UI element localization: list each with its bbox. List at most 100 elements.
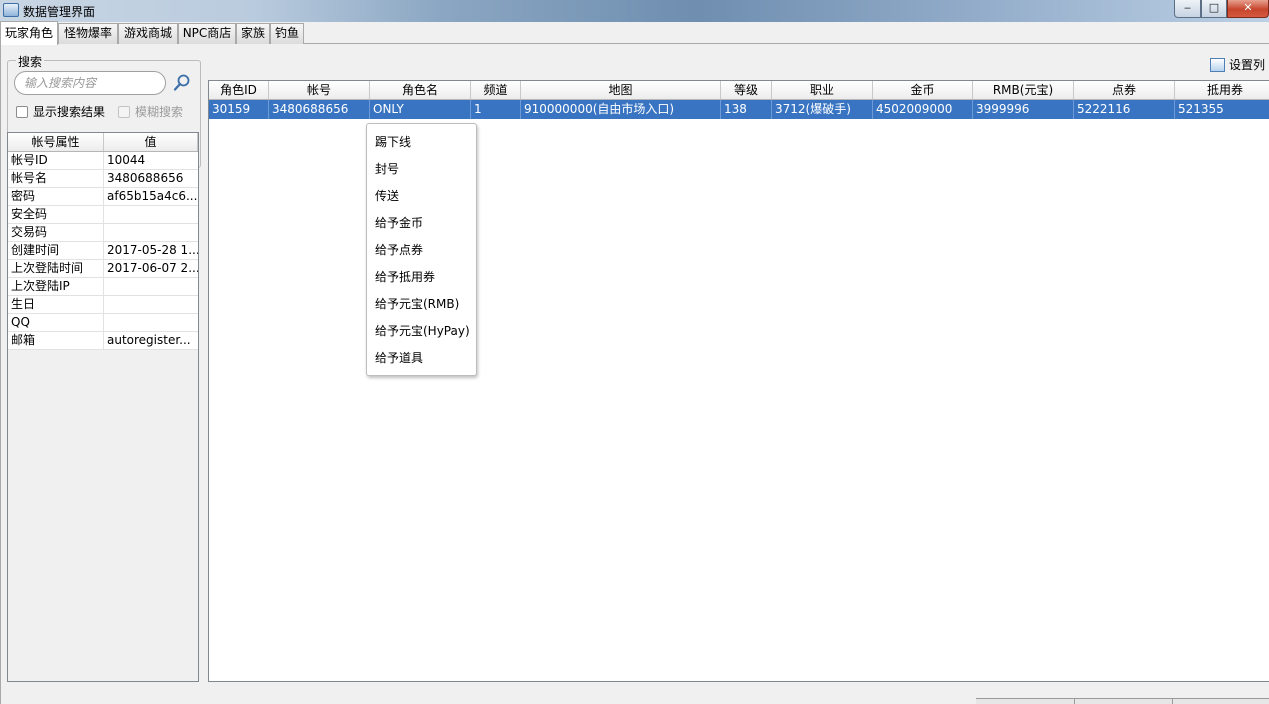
property-key: QQ xyxy=(8,314,104,331)
property-key: 帐号名 xyxy=(8,170,104,187)
maximize-button[interactable]: □ xyxy=(1201,0,1227,18)
search-group-label: 搜索 xyxy=(16,53,45,70)
search-icon xyxy=(173,74,190,91)
search-input[interactable]: 输入搜索内容 xyxy=(14,71,166,95)
property-value[interactable] xyxy=(104,278,198,295)
column-header-mesos[interactable]: 金币 xyxy=(873,81,973,99)
column-header-character-name[interactable]: 角色名 xyxy=(370,81,471,99)
column-header-job[interactable]: 职业 xyxy=(772,81,873,99)
minimize-button[interactable]: ‒ xyxy=(1174,0,1201,18)
show-results-checkbox[interactable]: 显示搜索结果 xyxy=(16,103,105,120)
cell-rmb[interactable]: 3999996 xyxy=(973,100,1074,119)
cell-character-name[interactable]: ONLY xyxy=(370,100,471,119)
window-title: 数据管理界面 xyxy=(23,5,96,19)
account-property-grid: 帐号属性 值 帐号ID 10044 帐号名 3480688656 密码 af65b15a4… xyxy=(7,132,199,682)
property-grid-header: 帐号属性 值 xyxy=(8,133,198,152)
cell-map[interactable]: 910000000(自由市场入口) xyxy=(521,100,721,119)
property-rows: 帐号ID 10044 帐号名 3480688656 密码 af65b15a4c6... 安全… xyxy=(8,152,198,350)
menu-item-give-rmb[interactable]: 给予元宝(RMB) xyxy=(375,295,459,312)
property-key: 交易码 xyxy=(8,224,104,241)
tab-fishing[interactable]: 钓鱼 xyxy=(270,23,304,44)
cell-mesos[interactable]: 4502009000 xyxy=(873,100,973,119)
status-divider xyxy=(1074,699,1075,704)
property-key: 上次登陆IP xyxy=(8,278,104,295)
property-value[interactable] xyxy=(104,206,198,223)
column-header-map[interactable]: 地图 xyxy=(521,81,721,99)
menu-item-give-vouchers[interactable]: 给予抵用券 xyxy=(375,268,435,285)
menu-item-give-mesos[interactable]: 给予金币 xyxy=(375,214,423,231)
property-value[interactable]: 2017-06-07 2... xyxy=(104,260,198,277)
property-row[interactable]: 上次登陆IP xyxy=(8,278,198,296)
tab-content: 搜索 输入搜索内容 显示搜索结果 模糊搜索 帐号属性 值 帐号ID 10044 帐号… xyxy=(0,44,1269,704)
property-value[interactable]: autoregister... xyxy=(104,332,198,349)
property-value[interactable]: af65b15a4c6... xyxy=(104,188,198,205)
column-header-vouchers[interactable]: 抵用券 xyxy=(1175,81,1269,99)
property-value[interactable]: 2017-05-28 1... xyxy=(104,242,198,259)
property-key: 生日 xyxy=(8,296,104,313)
column-header-points[interactable]: 点券 xyxy=(1074,81,1175,99)
column-settings-button[interactable]: 设置列 xyxy=(1210,56,1265,73)
property-key: 上次登陆时间 xyxy=(8,260,104,277)
tab-game-shop[interactable]: 游戏商城 xyxy=(118,23,178,44)
cell-channel[interactable]: 1 xyxy=(471,100,521,119)
menu-item-kick[interactable]: 踢下线 xyxy=(375,133,411,150)
property-row[interactable]: 密码 af65b15a4c6... xyxy=(8,188,198,206)
property-value[interactable] xyxy=(104,224,198,241)
tab-npc-shop[interactable]: NPC商店 xyxy=(178,23,236,44)
property-value[interactable] xyxy=(104,314,198,331)
column-header-level[interactable]: 等级 xyxy=(721,81,772,99)
menu-item-give-hypay[interactable]: 给予元宝(HyPay) xyxy=(375,322,470,339)
column-header-account[interactable]: 帐号 xyxy=(269,81,370,99)
cell-job[interactable]: 3712(爆破手) xyxy=(772,100,873,119)
property-key: 密码 xyxy=(8,188,104,205)
property-row[interactable]: 帐号ID 10044 xyxy=(8,152,198,170)
cell-account[interactable]: 3480688656 xyxy=(269,100,370,119)
property-row[interactable]: 安全码 xyxy=(8,206,198,224)
tab-strip: 玩家角色 怪物爆率 游戏商城 NPC商店 家族 钓鱼 xyxy=(0,21,1269,45)
property-key: 创建时间 xyxy=(8,242,104,259)
tab-monster-drops[interactable]: 怪物爆率 xyxy=(58,23,118,44)
column-header-rmb[interactable]: RMB(元宝) xyxy=(973,81,1074,99)
close-button[interactable]: ✕ xyxy=(1227,0,1269,18)
status-strip xyxy=(976,698,1269,704)
property-row[interactable]: 创建时间 2017-05-28 1... xyxy=(8,242,198,260)
show-results-label: 显示搜索结果 xyxy=(33,105,106,119)
column-header-value[interactable]: 值 xyxy=(104,133,198,151)
cell-character-id[interactable]: 30159 xyxy=(209,100,269,119)
column-header-property[interactable]: 帐号属性 xyxy=(8,133,104,151)
tab-family[interactable]: 家族 xyxy=(236,23,270,44)
property-row[interactable]: QQ xyxy=(8,314,198,332)
cell-vouchers[interactable]: 521355 xyxy=(1175,100,1269,119)
app-icon xyxy=(3,3,19,17)
cell-level[interactable]: 138 xyxy=(721,100,772,119)
tab-player-characters[interactable]: 玩家角色 xyxy=(0,21,58,45)
character-grid-header: 角色ID 帐号 角色名 频道 地图 等级 职业 金币 RMB(元宝) 点券 抵用券 xyxy=(209,81,1269,100)
property-row[interactable]: 邮箱 autoregister... xyxy=(8,332,198,350)
property-value[interactable] xyxy=(104,296,198,313)
property-row[interactable]: 帐号名 3480688656 xyxy=(8,170,198,188)
menu-item-give-points[interactable]: 给予点券 xyxy=(375,241,423,258)
fuzzy-search-label: 模糊搜索 xyxy=(135,105,184,119)
character-context-menu: 踢下线封号传送给予金币给予点券给予抵用券给予元宝(RMB) 给予元宝(HyPay)… xyxy=(366,123,477,376)
checkbox-box[interactable] xyxy=(16,105,28,118)
property-value[interactable]: 10044 xyxy=(104,152,198,169)
menu-item-ban[interactable]: 封号 xyxy=(375,160,399,177)
menu-item-give-item[interactable]: 给予道具 xyxy=(375,349,423,366)
fuzzy-search-checkbox[interactable]: 模糊搜索 xyxy=(118,103,183,120)
column-header-character-id[interactable]: 角色ID xyxy=(209,81,269,99)
property-key: 安全码 xyxy=(8,206,104,223)
column-settings-label: 设置列 xyxy=(1229,58,1266,72)
property-row[interactable]: 交易码 xyxy=(8,224,198,242)
search-button[interactable] xyxy=(172,73,192,93)
checkbox-box[interactable] xyxy=(118,105,130,118)
property-row[interactable]: 上次登陆时间 2017-06-07 2... xyxy=(8,260,198,278)
column-header-channel[interactable]: 频道 xyxy=(471,81,521,99)
menu-item-teleport[interactable]: 传送 xyxy=(375,187,399,204)
property-row[interactable]: 生日 xyxy=(8,296,198,314)
property-value[interactable]: 3480688656 xyxy=(104,170,198,187)
cell-points[interactable]: 5222116 xyxy=(1074,100,1175,119)
character-row-selected[interactable]: 30159 3480688656 ONLY 1 910000000(自由市场入口) 138… xyxy=(209,100,1269,119)
table-settings-icon xyxy=(1210,57,1225,72)
status-divider xyxy=(1172,699,1173,704)
window-titlebar: 数据管理界面 ‒ □ ✕ xyxy=(0,0,1269,22)
